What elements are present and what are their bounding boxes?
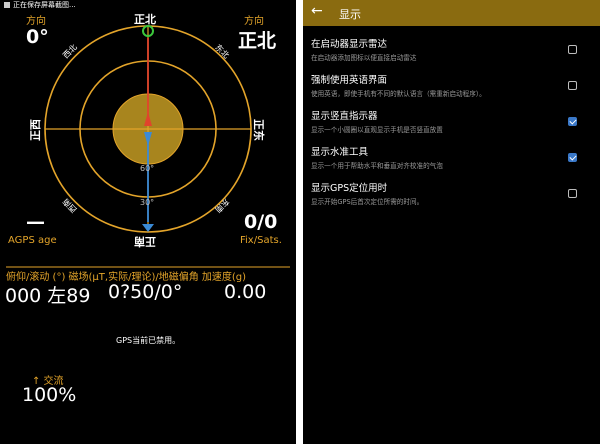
setting-subtitle: 使用英语，即使手机有不同的默认语言（需重新启动程序）。 (311, 90, 486, 98)
label-north: 正北 (134, 13, 156, 26)
agps-age-value: — (26, 211, 45, 233)
setting-show-radar-launcher[interactable]: 在启动器显示雷达 在启动器添加图标以便直接启动雷达 (303, 32, 600, 72)
magnetic-value: 0?50/0° (108, 281, 183, 303)
setting-level-tool[interactable]: 显示水准工具 显示一个用于帮助水平和垂直对齐校准的气泡 (303, 140, 600, 180)
gps-radar-screen: 正在保存屏幕截图... 正北 正南 正西 正东 西北 东北 西南 东南 60° … (0, 0, 296, 444)
label-east: 正东 (252, 119, 265, 141)
agps-age-label: AGPS age (8, 235, 57, 246)
app-bar: ← 显示 (303, 0, 600, 26)
setting-title: 强制使用英语界面 (311, 75, 388, 86)
battery-level: 100% (22, 384, 77, 406)
ring-label-60: 60° (140, 164, 155, 173)
setting-subtitle: 显示开始GPS后首次定位所需的时间。 (311, 198, 424, 206)
checkbox-force-english[interactable] (568, 81, 577, 90)
display-settings-screen: ← 显示 在启动器显示雷达 在启动器添加图标以便直接启动雷达 强制使用英语界面 … (303, 0, 600, 444)
direction-label-left: 方向 (26, 16, 46, 27)
direction-label-right: 方向 (244, 16, 264, 27)
gps-status-text: GPS当前已禁用。 (116, 336, 181, 345)
acceleration-value: 0.00 (224, 281, 267, 303)
back-arrow-icon[interactable]: ← (311, 3, 323, 19)
setting-subtitle: 在启动器添加图标以便直接启动雷达 (311, 54, 417, 62)
checkbox-show-radar-launcher[interactable] (568, 45, 577, 54)
fix-sats-label: Fix/Sats. (240, 235, 282, 246)
fix-sats-value: 0/0 (244, 211, 278, 233)
direction-cardinal: 正北 (238, 30, 277, 52)
label-west: 正西 (29, 119, 42, 141)
page-title: 显示 (339, 8, 361, 21)
setting-title: 在启动器显示雷达 (311, 39, 388, 50)
south-marker-icon (142, 224, 154, 232)
setting-gps-fix-time[interactable]: 显示GPS定位用时 显示开始GPS后首次定位所需的时间。 (303, 176, 600, 216)
setting-subtitle: 显示一个用于帮助水平和垂直对齐校准的气泡 (311, 162, 443, 170)
direction-degrees: 0° (26, 26, 49, 48)
checkbox-level-tool[interactable] (568, 153, 577, 162)
setting-title: 显示GPS定位用时 (311, 183, 388, 194)
pitch-roll-value: 000 左89 (5, 285, 91, 307)
checkbox-vertical-indicator[interactable] (568, 117, 577, 126)
checkbox-gps-fix-time[interactable] (568, 189, 577, 198)
ring-label-30: 30° (140, 198, 155, 207)
setting-vertical-indicator[interactable]: 显示竖直指示器 显示一个小圆圈以直观显示手机是否竖直放置 (303, 104, 600, 144)
setting-subtitle: 显示一个小圆圈以直观显示手机是否竖直放置 (311, 126, 443, 134)
label-south: 正南 (134, 235, 156, 248)
setting-title: 显示水准工具 (311, 147, 369, 158)
setting-title: 显示竖直指示器 (311, 111, 378, 122)
setting-force-english[interactable]: 强制使用英语界面 使用英语，即使手机有不同的默认语言（需重新启动程序）。 (303, 68, 600, 108)
